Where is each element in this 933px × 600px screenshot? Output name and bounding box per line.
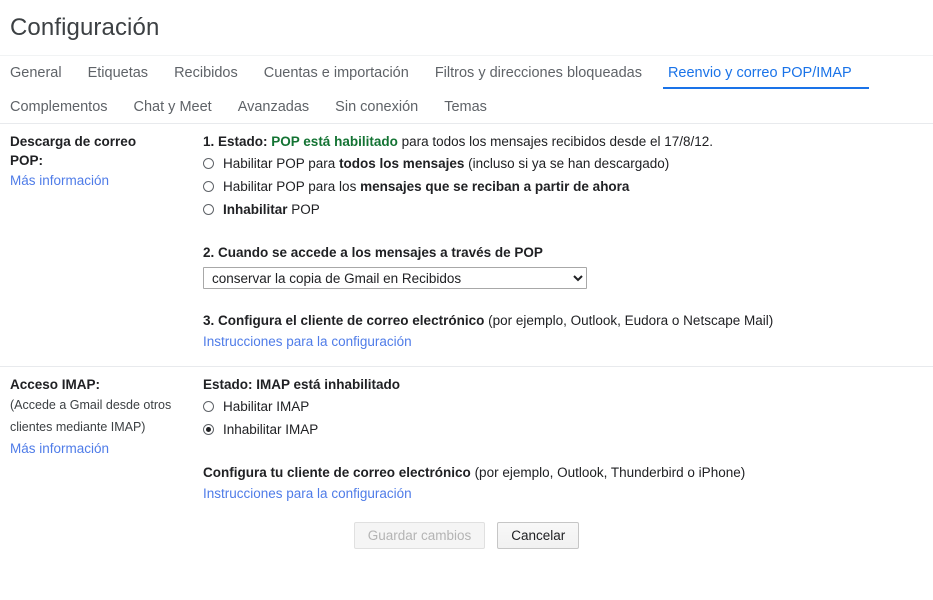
imap-option-disable[interactable]: Inhabilitar IMAP (203, 418, 933, 441)
tab-sin-conexion[interactable]: Sin conexión (322, 99, 431, 123)
settings-tabbar: General Etiquetas Recibidos Cuentas e im… (0, 56, 933, 123)
pop-option-disable-label: Inhabilitar POP (223, 198, 320, 221)
pop-status-suffix: para todos los mensajes recibidos desde … (401, 134, 714, 149)
pop-option-all-messages-label: Habilitar POP para todos los mensajes (i… (223, 152, 669, 175)
imap-section-right: Estado: IMAP está inhabilitado Habilitar… (195, 375, 933, 504)
label-pre: Habilitar POP para (223, 156, 340, 171)
radio-icon[interactable] (203, 204, 214, 215)
imap-config-normal: (por ejemplo, Outlook, Thunderbird o iPh… (470, 465, 746, 480)
imap-section-left: Acceso IMAP: (Accede a Gmail desde otros… (0, 375, 195, 459)
imap-config-bold: Configura tu cliente de correo electróni… (203, 465, 471, 480)
tab-complementos[interactable]: Complementos (10, 99, 121, 123)
pop-status-highlight: POP está habilitado (271, 134, 398, 149)
label-strong: Inhabilitar (223, 202, 288, 217)
radio-icon[interactable] (203, 181, 214, 192)
cancel-button[interactable]: Cancelar (497, 522, 580, 549)
tab-avanzadas[interactable]: Avanzadas (225, 99, 322, 123)
pop-step3-bold: 3. Configura el cliente de correo electr… (203, 313, 485, 328)
pop-status-prefix: 1. Estado: (203, 134, 268, 149)
pop-access-action-select[interactable]: conservar la copia de Gmail en Recibidos (203, 267, 587, 289)
imap-config-label: Configura tu cliente de correo electróni… (203, 463, 933, 483)
imap-option-enable-label: Habilitar IMAP (223, 399, 310, 414)
imap-option-disable-label: Inhabilitar IMAP (223, 422, 319, 437)
label-post: POP (287, 202, 320, 217)
pop-section-title-line1: Descarga de correo (10, 134, 137, 149)
tab-reenvio-y-correo-pop-imap[interactable]: Reenvio y correo POP/IMAP (655, 65, 869, 89)
pop-step3-normal: (por ejemplo, Outlook, Eudora o Netscape… (484, 313, 774, 328)
radio-icon[interactable] (203, 401, 214, 412)
label-pre: Habilitar POP para los (223, 179, 361, 194)
tab-filtros-y-direcciones-bloqueadas[interactable]: Filtros y direcciones bloqueadas (422, 65, 655, 89)
pop-step3-label: 3. Configura el cliente de correo electr… (203, 311, 933, 331)
imap-section-note-line2: clientes mediante IMAP) (10, 420, 146, 434)
pop-section-title-line2: POP: (10, 153, 44, 168)
imap-section: Acceso IMAP: (Accede a Gmail desde otros… (0, 367, 933, 504)
radio-icon[interactable] (203, 158, 214, 169)
imap-section-note-line1: (Accede a Gmail desde otros (10, 398, 172, 412)
tab-chat-y-meet[interactable]: Chat y Meet (121, 99, 225, 123)
pop-setup-instructions-link[interactable]: Instrucciones para la configuración (203, 331, 412, 352)
label-strong: todos los mensajes (339, 156, 465, 171)
pop-option-all-messages[interactable]: Habilitar POP para todos los mensajes (i… (203, 152, 933, 175)
radio-icon-selected[interactable] (203, 424, 214, 435)
save-changes-button[interactable]: Guardar cambios (353, 522, 486, 549)
imap-option-enable[interactable]: Habilitar IMAP (203, 395, 933, 418)
imap-status-line: Estado: IMAP está inhabilitado (203, 377, 401, 392)
label-post: (incluso si ya se han descargado) (464, 156, 670, 171)
tab-cuentas-e-importacion[interactable]: Cuentas e importación (251, 65, 422, 89)
tab-temas[interactable]: Temas (431, 99, 500, 123)
imap-section-title: Acceso IMAP: (10, 377, 101, 392)
form-actions: Guardar cambios Cancelar (0, 522, 933, 549)
label-strong: mensajes que se reciban a partir de ahor… (360, 179, 630, 194)
pop-more-info-link[interactable]: Más información (10, 170, 109, 191)
pop-status-line: 1. Estado: POP está habilitado para todo… (203, 132, 933, 152)
pop-section-right: 1. Estado: POP está habilitado para todo… (195, 132, 933, 352)
pop-option-from-now-on[interactable]: Habilitar POP para los mensajes que se r… (203, 175, 933, 198)
pop-step2-label: 2. Cuando se accede a los mensajes a tra… (203, 245, 543, 260)
settings-header: Configuración (0, 0, 933, 56)
imap-more-info-link[interactable]: Más información (10, 438, 109, 459)
tab-row-primary: General Etiquetas Recibidos Cuentas e im… (10, 56, 933, 89)
pop-option-from-now-on-label: Habilitar POP para los mensajes que se r… (223, 175, 629, 198)
tab-row-secondary: Complementos Chat y Meet Avanzadas Sin c… (10, 89, 933, 123)
imap-setup-instructions-link[interactable]: Instrucciones para la configuración (203, 483, 412, 504)
pop-section-left: Descarga de correo POP: Más información (0, 132, 195, 191)
pop-section: Descarga de correo POP: Más información … (0, 124, 933, 352)
tab-recibidos[interactable]: Recibidos (161, 65, 251, 89)
pop-option-disable[interactable]: Inhabilitar POP (203, 198, 933, 221)
tab-etiquetas[interactable]: Etiquetas (75, 65, 161, 89)
page-title: Configuración (10, 14, 160, 41)
tab-general[interactable]: General (10, 65, 75, 89)
